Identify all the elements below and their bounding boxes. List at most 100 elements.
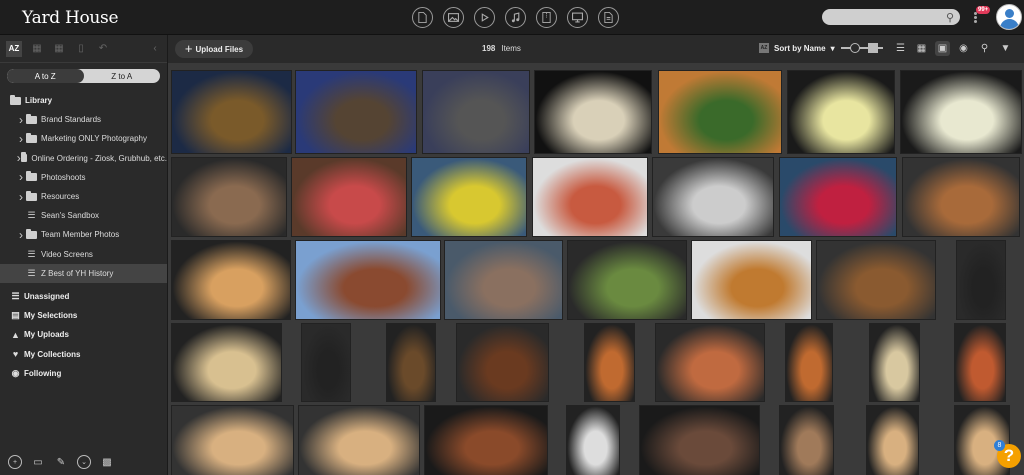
upload-files-button[interactable]: + Upload Files [175, 40, 253, 58]
map-pin-icon[interactable]: ⚲ [977, 41, 992, 56]
image-icon[interactable] [443, 7, 464, 28]
asset-thumbnail[interactable] [411, 157, 527, 237]
section-following[interactable]: ◉ Following [0, 364, 167, 383]
library-node[interactable]: Library [0, 91, 167, 110]
chevron-right-icon[interactable]: › [16, 132, 26, 146]
chevron-right-icon[interactable]: › [16, 170, 26, 184]
asset-thumbnail[interactable] [171, 157, 287, 237]
asset-thumbnail[interactable] [866, 405, 919, 475]
palette-icon[interactable]: ◉ [956, 41, 971, 56]
asset-thumbnail[interactable] [691, 240, 812, 320]
filter-icon[interactable]: ▼ [998, 41, 1013, 56]
asset-thumbnail[interactable] [171, 70, 292, 154]
collapse-sidebar-icon[interactable]: ‹ [148, 42, 162, 56]
asset-thumbnail[interactable] [295, 70, 417, 154]
upload-icon: ▲ [11, 329, 20, 340]
mosaic-view-icon[interactable]: ▣ [935, 41, 950, 56]
asset-thumbnail[interactable] [900, 70, 1022, 154]
asset-thumbnail[interactable] [652, 157, 774, 237]
edit-icon[interactable]: ✎ [54, 455, 68, 469]
asset-thumbnail[interactable] [534, 70, 652, 154]
asset-thumbnail[interactable] [456, 323, 549, 402]
asset-thumbnail[interactable] [639, 405, 760, 475]
brand-logo[interactable]: Yard House [22, 8, 119, 28]
sidebar-item[interactable]: › Team Member Photos [0, 225, 167, 244]
grid-view-icon[interactable]: ▦ [914, 41, 929, 56]
stack-icon: ☰ [27, 210, 36, 221]
asset-thumbnail[interactable] [301, 323, 351, 402]
asset-thumbnail[interactable] [291, 157, 407, 237]
eye-icon: ◉ [11, 367, 20, 378]
asset-thumbnail[interactable] [295, 240, 441, 320]
sidebar-item[interactable]: › Online Ordering - Ziosk, Grubhub, etc. [0, 149, 167, 168]
document-icon[interactable] [412, 7, 433, 28]
sort-z-to-a[interactable]: Z to A [84, 69, 161, 83]
sidebar-item[interactable]: › Resources [0, 187, 167, 206]
asset-thumbnail[interactable] [658, 70, 782, 154]
sort-a-to-z[interactable]: A to Z [7, 69, 84, 83]
folder-icon [26, 113, 37, 124]
asset-thumbnail[interactable] [171, 240, 291, 320]
calendar-alt-icon[interactable]: ▦ [52, 42, 66, 56]
add-folder-icon[interactable]: + [8, 455, 22, 469]
section-my-collections[interactable]: ♥ My Collections [0, 344, 167, 363]
asset-thumbnail[interactable] [566, 405, 620, 475]
trash-icon[interactable]: ▩ [100, 455, 114, 469]
asset-thumbnail[interactable] [171, 323, 282, 402]
asset-thumbnail[interactable] [779, 405, 834, 475]
presentation-icon[interactable] [567, 7, 588, 28]
asset-thumbnail[interactable] [779, 157, 897, 237]
document-icon[interactable]: ▯ [74, 42, 88, 56]
list-view-icon[interactable]: ☰ [893, 41, 908, 56]
section-my-selections[interactable]: ▤ My Selections [0, 306, 167, 325]
asset-thumbnail[interactable] [902, 157, 1020, 237]
asset-thumbnail[interactable] [444, 240, 563, 320]
other-file-icon[interactable] [598, 7, 619, 28]
asset-thumbnail[interactable] [954, 323, 1006, 402]
sort-az-icon[interactable]: AZ [6, 40, 22, 57]
asset-thumbnail[interactable] [655, 323, 765, 402]
asset-thumbnail[interactable] [785, 323, 833, 402]
sidebar-item[interactable]: › Photoshoots [0, 168, 167, 187]
search-icon[interactable]: ⚲ [946, 11, 954, 24]
avatar[interactable] [996, 4, 1022, 30]
search-input[interactable]: ⚲ [822, 9, 960, 25]
sidebar-item[interactable]: › Brand Standards [0, 110, 167, 129]
thumbnail-size-slider[interactable] [841, 43, 883, 53]
section-unassigned[interactable]: ☰ Unassigned [0, 287, 167, 306]
undo-icon[interactable]: ↶ [96, 42, 110, 56]
video-icon[interactable] [474, 7, 495, 28]
asset-thumbnail[interactable] [532, 157, 648, 237]
asset-thumbnail[interactable] [869, 323, 920, 402]
sidebar-item[interactable]: › Marketing ONLY Photography [0, 129, 167, 148]
asset-thumbnail[interactable] [787, 70, 895, 154]
asset-thumbnail[interactable] [567, 240, 687, 320]
library-tree: Library › Brand Standards › Marketing ONLY … [0, 91, 167, 383]
archive-icon[interactable] [536, 7, 557, 28]
asset-thumbnail[interactable] [816, 240, 936, 320]
asset-thumbnail[interactable] [422, 70, 530, 154]
chevron-down-icon[interactable]: ⌄ [77, 455, 91, 469]
chevron-right-icon[interactable]: › [16, 190, 26, 204]
chevron-right-icon[interactable]: › [16, 228, 26, 242]
folder-icon[interactable]: ▭ [31, 455, 45, 469]
sidebar-item[interactable]: ☰ Sean's Sandbox [0, 206, 167, 225]
sort-dropdown[interactable]: AZ Sort by Name ▾ [759, 43, 835, 53]
notifications[interactable]: 99+ [973, 4, 991, 28]
calendar-icon[interactable]: ▦ [30, 42, 44, 56]
asset-thumbnail[interactable] [956, 240, 1006, 320]
chevron-right-icon[interactable]: › [16, 113, 26, 127]
audio-icon[interactable] [505, 7, 526, 28]
sidebar-item[interactable]: ☰ Video Screens [0, 245, 167, 264]
asset-thumbnail[interactable] [298, 405, 420, 475]
asset-thumbnail[interactable] [584, 323, 635, 402]
asset-thumbnail[interactable] [386, 323, 436, 402]
asset-thumbnail[interactable] [424, 405, 548, 475]
section-my-uploads[interactable]: ▲ My Uploads [0, 325, 167, 344]
sidebar-tools: AZ ▦ ▦ ▯ ↶ ‹ [0, 35, 167, 63]
folder-icon [26, 132, 37, 143]
asset-thumbnail[interactable] [171, 405, 294, 475]
sidebar-item[interactable]: ☰ Z Best of YH History [0, 263, 167, 283]
content-toolbar: + Upload Files 198 Items AZ Sort by Name ▾… [168, 35, 1024, 63]
stack-icon: ☰ [11, 290, 20, 301]
